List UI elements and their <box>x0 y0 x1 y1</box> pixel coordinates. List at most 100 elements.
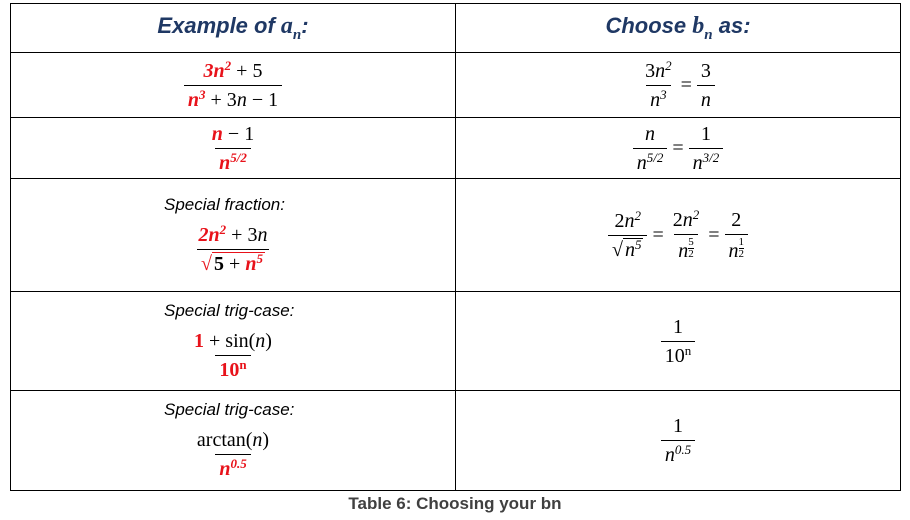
radical-sign-icon: √ <box>611 238 623 261</box>
denominator: √ n5 <box>607 234 648 262</box>
denominator: n3 + 3n − 1 <box>183 84 283 112</box>
equals-sign: = <box>652 223 664 246</box>
header-example-text: Example of <box>157 12 281 38</box>
math-term: ) <box>262 429 270 451</box>
numerator: 2n2 + 3n <box>195 223 272 249</box>
numerator: 3n2 + 5 <box>200 59 267 85</box>
math-term: 2n <box>198 223 220 246</box>
numerator: 1 <box>697 122 715 148</box>
fraction: arctan(n) n0.5 <box>193 428 273 481</box>
fraction: 3n2 + 5 n3 + 3n − 1 <box>183 59 283 112</box>
table-header-row: Example of an: Choose bn as: <box>10 3 901 53</box>
fraction: n n5/2 <box>632 122 668 175</box>
fraction: 2n2 + 3n √ 5 + n5 <box>195 223 272 276</box>
choice-cell: 1 n0.5 <box>455 390 901 491</box>
radical-sign-icon: √ <box>201 252 213 275</box>
fraction: 1 10n <box>660 315 696 368</box>
denominator: n52 <box>674 233 698 263</box>
math-term: + sin( <box>204 329 256 352</box>
denominator: n5/2 <box>632 147 668 175</box>
math-term: n <box>624 238 635 261</box>
math-term: 3 <box>700 59 711 82</box>
math-term: n <box>252 429 263 451</box>
equals-sign: = <box>680 73 692 96</box>
header-b-var: bn <box>692 13 712 43</box>
denominator: 10n <box>215 354 251 382</box>
numerator: 2 <box>727 208 745 234</box>
equals-sign: = <box>708 223 720 246</box>
table-row: 3n2 + 5 n3 + 3n − 1 3n2 n3 = 3 n <box>10 52 901 118</box>
numerator: 1 + sin(n) <box>190 329 276 355</box>
example-cell: Special fraction: 2n2 + 3n √ 5 + n5 <box>10 178 456 292</box>
denominator: n5/2 <box>215 147 251 175</box>
table-row: Special trig-case: arctan(n) n0.5 1 n0.5 <box>10 390 901 491</box>
fraction: 1 n3/2 <box>688 122 724 175</box>
math-term: + 3 <box>205 88 237 111</box>
exponent: 5/2 <box>230 149 247 165</box>
numerator: 2n2 <box>669 208 704 234</box>
numerator: 3 <box>697 59 715 85</box>
denominator: n0.5 <box>215 454 251 481</box>
math-term: 1 <box>673 415 683 437</box>
example-cell: n − 1 n5/2 <box>10 117 456 179</box>
math-term: 5 <box>214 252 225 275</box>
radicand: n5 <box>622 237 644 261</box>
table-row: Special trig-case: 1 + sin(n) 10n 1 10n <box>10 291 901 391</box>
numerator: n <box>641 122 659 148</box>
math-term: 3 <box>645 59 656 82</box>
choice-cell: 2n2 √ n5 = 2n2 n 5 2 = 2 n 1 2 <box>455 178 901 292</box>
math-term: + 5 <box>231 59 263 82</box>
numerator: arctan(n) <box>193 428 273 454</box>
math-term: n <box>257 223 268 246</box>
math-term: n <box>211 122 223 145</box>
math-term: n <box>187 88 200 111</box>
math-term: 10 <box>219 358 240 381</box>
math-term: n <box>655 59 666 82</box>
denominator: n3 <box>646 84 671 112</box>
exponent: 5/2 <box>646 149 664 165</box>
example-cell: 3n2 + 5 n3 + 3n − 1 <box>10 52 456 118</box>
square-root: √ 5 + n5 <box>201 250 265 276</box>
a-sub: n <box>292 26 302 43</box>
exponent: 0.5 <box>674 442 692 457</box>
fraction: 2n12 <box>724 208 749 263</box>
exponent-numerator: 1 <box>738 235 745 248</box>
exponent: n <box>684 342 692 358</box>
math-term: n <box>728 239 739 262</box>
denominator: n <box>696 84 715 112</box>
math-term: n <box>219 458 231 480</box>
header-example: Example of an: <box>10 3 456 53</box>
math-term: ) <box>265 329 272 352</box>
math-term: n <box>636 151 647 174</box>
math-term: 2 <box>672 208 683 231</box>
choice-cell: n n5/2 = 1 n3/2 <box>455 117 901 179</box>
exponent: 0.5 <box>230 456 247 471</box>
math-term: n <box>255 329 266 352</box>
exponent: 2 <box>692 206 700 222</box>
example-expression: n − 1 n5/2 <box>11 122 455 175</box>
math-term: n <box>624 209 635 232</box>
table-row: Special fraction: 2n2 + 3n √ 5 + n5 2n2 √ n5 = 2… <box>10 178 901 292</box>
fraction: 3n <box>696 59 715 112</box>
header-choose: Choose bn as: <box>455 3 901 53</box>
math-term: 3n <box>203 59 225 82</box>
denominator: n12 <box>724 233 749 263</box>
fraction-exponent: 12 <box>738 235 745 260</box>
case-label: Special fraction: <box>164 194 285 214</box>
case-label: Special trig-case: <box>164 300 295 320</box>
fraction: n − 1 n5/2 <box>208 122 258 175</box>
a-var: a <box>280 12 293 39</box>
math-term: arctan( <box>196 429 253 451</box>
radicand: 5 + n5 <box>212 250 265 275</box>
math-term: n <box>664 444 675 466</box>
table-row: n − 1 n5/2 n n5/2 = 1 n3/2 <box>10 117 901 179</box>
fraction: 2n2 n 5 2 <box>669 208 704 263</box>
exponent: 5 <box>256 250 263 266</box>
table-caption: Table 6: Choosing your bn <box>348 494 562 513</box>
example-cell: Special trig-case: arctan(n) n0.5 <box>10 390 456 491</box>
math-term: n <box>678 239 689 262</box>
math-term: 2 <box>731 208 742 231</box>
choice-cell: 3n2 n3 = 3 n <box>455 52 901 118</box>
math-term: 2 <box>614 209 625 232</box>
math-term: + 3 <box>226 223 258 246</box>
